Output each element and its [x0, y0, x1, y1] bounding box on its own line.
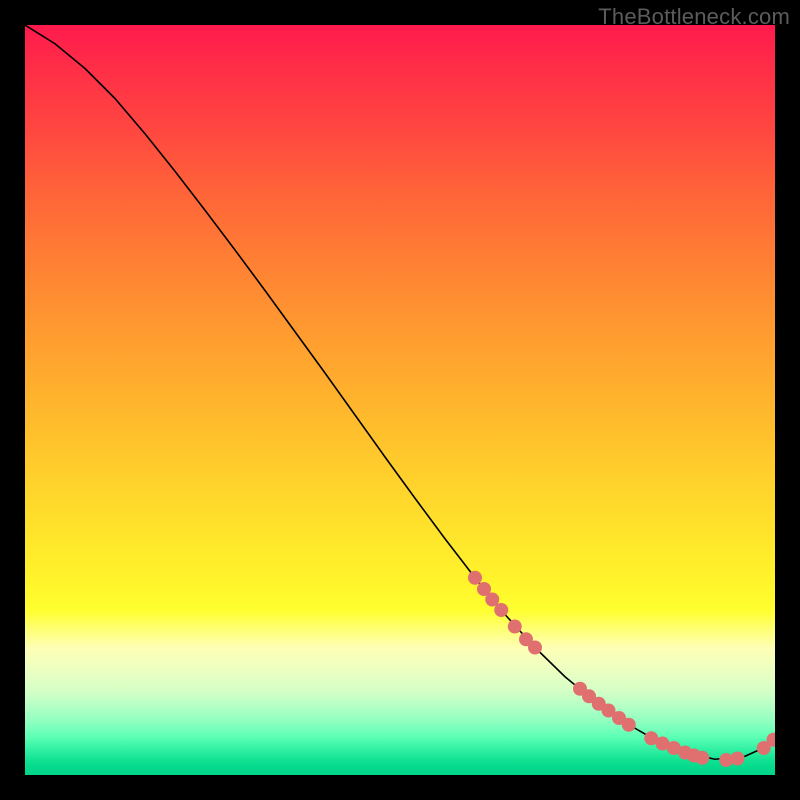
plot-area: [25, 25, 775, 775]
data-marker: [508, 620, 522, 634]
data-marker: [468, 571, 482, 585]
data-markers: [468, 571, 775, 767]
data-marker: [695, 751, 709, 765]
watermark-text: TheBottleneck.com: [598, 4, 790, 30]
chart-frame: TheBottleneck.com: [0, 0, 800, 800]
data-marker: [528, 641, 542, 655]
data-marker: [494, 603, 508, 617]
data-marker: [622, 718, 636, 732]
chart-overlay: [25, 25, 775, 775]
curve-line: [25, 25, 775, 759]
data-marker: [731, 752, 745, 766]
